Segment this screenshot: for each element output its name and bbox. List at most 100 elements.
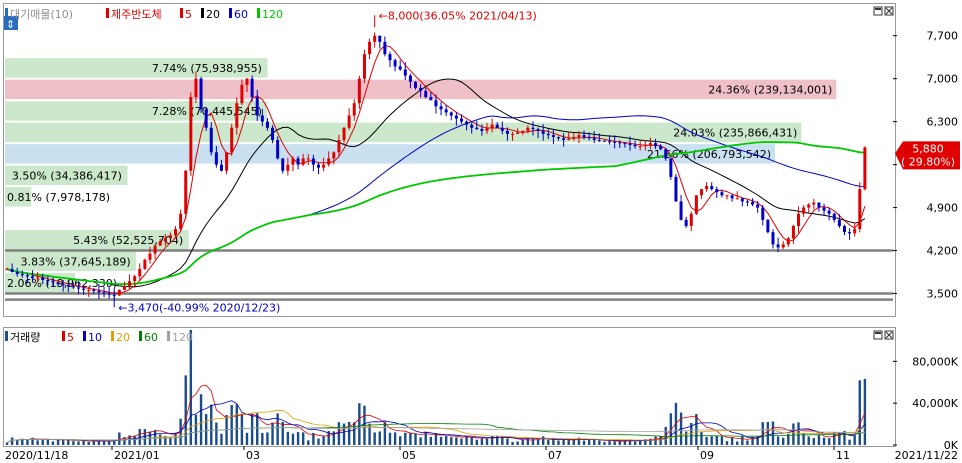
candle-body <box>470 124 474 128</box>
volume-bar <box>807 436 810 445</box>
candle-body <box>822 207 826 211</box>
volume-bar <box>250 413 254 445</box>
candle-body <box>546 133 550 136</box>
volume-bar <box>603 442 606 445</box>
candle-body <box>679 201 683 220</box>
candle-body <box>756 204 760 208</box>
volume-bar <box>741 436 744 445</box>
candle-body <box>664 149 668 159</box>
candle-body <box>449 112 453 116</box>
candle-body <box>480 129 484 131</box>
volume-bar <box>26 439 29 445</box>
candle-body <box>797 213 801 226</box>
volume-bar <box>67 439 70 445</box>
volume-bar <box>36 440 39 445</box>
candle-body <box>296 158 300 165</box>
volume-bar <box>194 414 198 445</box>
candle-body <box>25 275 29 277</box>
candle-body <box>36 277 40 279</box>
volume-legend-ma-swatch <box>83 331 86 341</box>
volume-bar <box>261 433 264 445</box>
candle-body <box>715 189 719 193</box>
volume-bar <box>358 403 361 445</box>
candle-body <box>143 259 147 269</box>
x-tick-label: 05 <box>402 449 416 462</box>
volume-bar <box>82 440 85 445</box>
candle-body <box>505 130 509 134</box>
price-tick-label: 3,500 <box>927 288 959 301</box>
volume-bar <box>863 378 867 445</box>
volume-bar <box>817 434 821 445</box>
candle-body <box>56 282 60 285</box>
candle-body <box>209 127 213 153</box>
candle-body <box>153 245 157 254</box>
volume-bar <box>399 436 402 445</box>
candle-body <box>638 146 642 148</box>
x-axis: 2020/11/18 2021/01 03 05 07 09 11 2021/11/22 <box>5 446 958 462</box>
candle-body <box>71 286 75 288</box>
candle-body <box>281 158 285 171</box>
volume-bar <box>414 433 417 445</box>
candle-body <box>163 238 167 242</box>
volume-bar <box>776 436 780 445</box>
legend-ma-swatch <box>229 8 232 18</box>
high-annotation-label: ←8,000(36.05% 2021/04/13) <box>379 9 537 22</box>
volume-bar <box>705 437 708 445</box>
volume-legend-ma-swatch <box>167 331 170 341</box>
volume-bar <box>725 441 729 445</box>
volume-bar <box>567 440 570 445</box>
candle-body <box>362 54 366 79</box>
candle-body <box>643 144 647 147</box>
candle-body <box>562 138 566 141</box>
candle-body <box>699 189 703 196</box>
volume-bar <box>353 422 356 445</box>
candle-body <box>827 210 831 214</box>
candle-body <box>46 280 50 282</box>
candle-body <box>516 132 520 134</box>
candle-body <box>705 186 709 190</box>
volume-bar <box>822 437 826 445</box>
volume-bar <box>97 441 101 445</box>
candle-body <box>184 170 188 214</box>
candle-body <box>373 35 377 42</box>
price-tick-label: 7,700 <box>927 30 959 43</box>
volume-bar <box>199 394 203 445</box>
volume-bar <box>204 414 208 445</box>
volume-bar <box>317 438 320 445</box>
volume-bar <box>56 439 60 445</box>
candle-body <box>633 144 637 147</box>
candle-body <box>368 41 372 55</box>
candle-body <box>388 54 392 61</box>
candle-body <box>597 140 601 142</box>
legend-ma-swatch <box>257 8 260 18</box>
candle-body <box>842 225 846 233</box>
price-tick-label: 4,900 <box>927 202 959 215</box>
candle-body <box>720 192 724 196</box>
candle-body <box>853 229 857 234</box>
volume-bar <box>404 432 407 445</box>
candle-body <box>194 78 198 98</box>
volume-legend-swatch <box>5 331 8 341</box>
volume-bar <box>598 440 601 445</box>
volume-bar <box>266 432 269 445</box>
volume-bar <box>639 440 642 445</box>
volume-bar <box>552 438 555 445</box>
volume-bar <box>61 440 65 445</box>
candle-body <box>740 198 744 202</box>
candle-body <box>454 115 458 119</box>
candle-body <box>761 207 765 220</box>
candle-body <box>92 289 96 292</box>
candle-body <box>694 195 698 214</box>
candle-body <box>168 235 172 239</box>
x-tick-label: 07 <box>548 449 562 462</box>
volume-bar <box>613 441 616 445</box>
candle-body <box>214 152 218 165</box>
candle-body <box>235 103 239 128</box>
candle-body <box>592 138 596 141</box>
candle-body <box>352 103 356 116</box>
legend-swatch-main <box>5 8 8 18</box>
candle-body <box>490 124 494 128</box>
candle-body <box>179 213 183 230</box>
x-tick-label: 2021/11/22 <box>895 449 958 462</box>
candle-body <box>82 288 86 290</box>
